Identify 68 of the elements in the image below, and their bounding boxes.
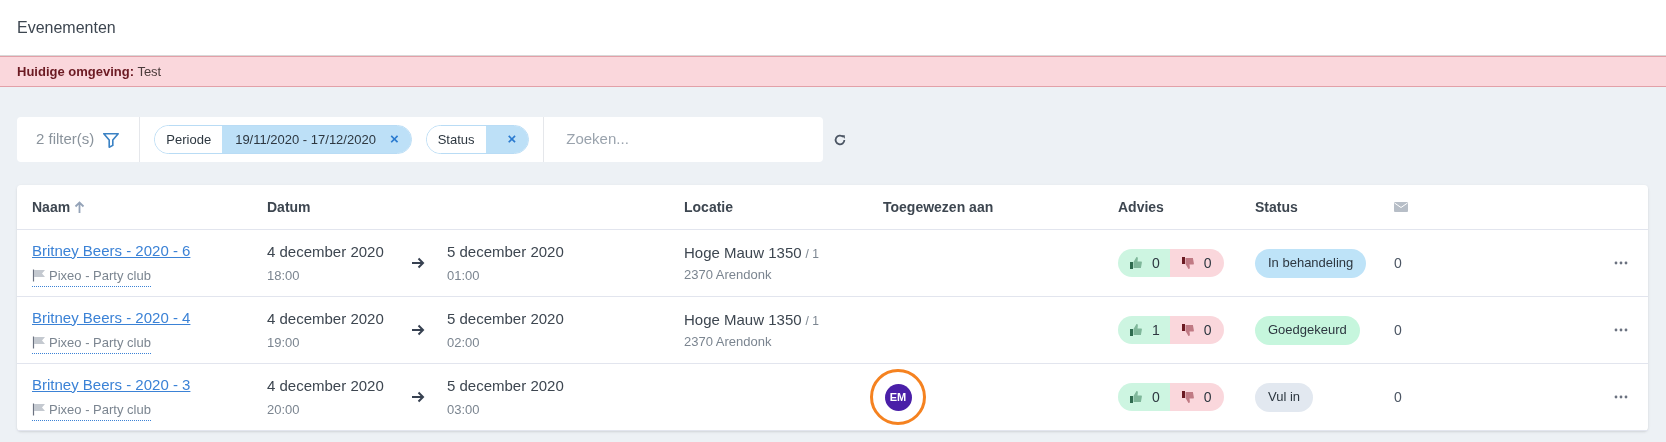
column-header[interactable]: Advies	[1118, 196, 1164, 218]
avatar[interactable]: EM	[884, 383, 912, 411]
event-link[interactable]: Britney Beers - 2020 - 6	[32, 239, 191, 262]
city: 2370 Arendonk	[684, 265, 773, 284]
message-count: 0	[1394, 387, 1402, 407]
column-header[interactable]: Locatie	[684, 196, 733, 218]
dislike-count[interactable]: 0	[1169, 316, 1224, 344]
filter-icon[interactable]	[102, 130, 121, 149]
filter-count: 2 filter(s)	[36, 129, 95, 150]
end-date: 5 december 2020	[447, 241, 564, 262]
thumbs-down-icon	[1181, 257, 1194, 269]
unit-number: / 1	[805, 313, 819, 330]
start-time: 18:00	[267, 267, 301, 285]
page-title: Evenementen	[17, 17, 116, 38]
end-date: 5 december 2020	[447, 375, 564, 396]
start-time: 19:00	[267, 334, 301, 352]
envelope-icon	[1394, 202, 1408, 212]
venue-link[interactable]: Pixeo - Party club	[32, 400, 151, 421]
dislike-count[interactable]: 0	[1169, 249, 1224, 277]
event-link[interactable]: Britney Beers - 2020 - 4	[32, 306, 191, 329]
like-count[interactable]: 1	[1118, 316, 1170, 344]
sort-arrow-icon	[74, 200, 86, 214]
thumbs-down-icon	[1181, 324, 1194, 336]
thumbs-up-icon	[1130, 391, 1142, 403]
thumbs-down-icon	[1181, 391, 1194, 403]
start-date: 4 december 2020	[267, 308, 385, 329]
end-time: 02:00	[447, 334, 481, 352]
address: Hoge Mauw 1350	[684, 310, 802, 330]
arrow-right-icon	[411, 324, 425, 336]
arrow-right-icon	[411, 391, 425, 403]
like-count[interactable]: 0	[1118, 249, 1170, 277]
status-badge: Goedgekeurd	[1255, 315, 1360, 345]
city: 2370 Arendonk	[684, 332, 773, 351]
end-time: 03:00	[447, 401, 481, 419]
message-count: 0	[1394, 253, 1402, 273]
column-header[interactable]: Status	[1255, 196, 1298, 218]
venue-link[interactable]: Pixeo - Party club	[32, 333, 151, 354]
status-badge: Vul in	[1255, 382, 1314, 412]
search-field[interactable]: Zoeken...	[543, 117, 823, 162]
start-date: 4 december 2020	[267, 241, 385, 262]
dislike-count[interactable]: 0	[1169, 383, 1224, 411]
environment-label: Huidige omgeving: Test	[17, 62, 162, 81]
end-time: 01:00	[447, 267, 481, 285]
status-badge: In behandeling	[1255, 248, 1367, 278]
column-header[interactable]: Datum	[267, 196, 311, 218]
venue-link[interactable]: Pixeo - Party club	[32, 266, 151, 287]
unit-number: / 1	[805, 246, 819, 263]
start-time: 20:00	[267, 401, 301, 419]
filter-chip[interactable]: Status ×	[425, 125, 530, 154]
refresh-icon[interactable]	[833, 132, 847, 147]
column-header[interactable]: Naam	[32, 196, 86, 218]
flag-icon	[32, 403, 46, 417]
column-header[interactable]: Toegewezen aan	[883, 196, 994, 218]
thumbs-up-icon	[1130, 257, 1142, 269]
more-options-icon[interactable]	[1614, 261, 1628, 265]
end-date: 5 december 2020	[447, 308, 564, 329]
start-date: 4 december 2020	[267, 375, 385, 396]
filter-chip[interactable]: Periode 19/11/2020 - 17/12/2020 ×	[154, 125, 412, 154]
message-count: 0	[1394, 320, 1402, 340]
event-link[interactable]: Britney Beers - 2020 - 3	[32, 373, 191, 396]
thumbs-up-icon	[1130, 324, 1142, 336]
more-options-icon[interactable]	[1614, 328, 1628, 332]
address: Hoge Mauw 1350	[684, 243, 802, 263]
arrow-right-icon	[411, 257, 425, 269]
more-options-icon[interactable]	[1614, 395, 1628, 399]
like-count[interactable]: 0	[1118, 383, 1170, 411]
flag-icon	[32, 336, 46, 350]
flag-icon	[32, 269, 46, 283]
